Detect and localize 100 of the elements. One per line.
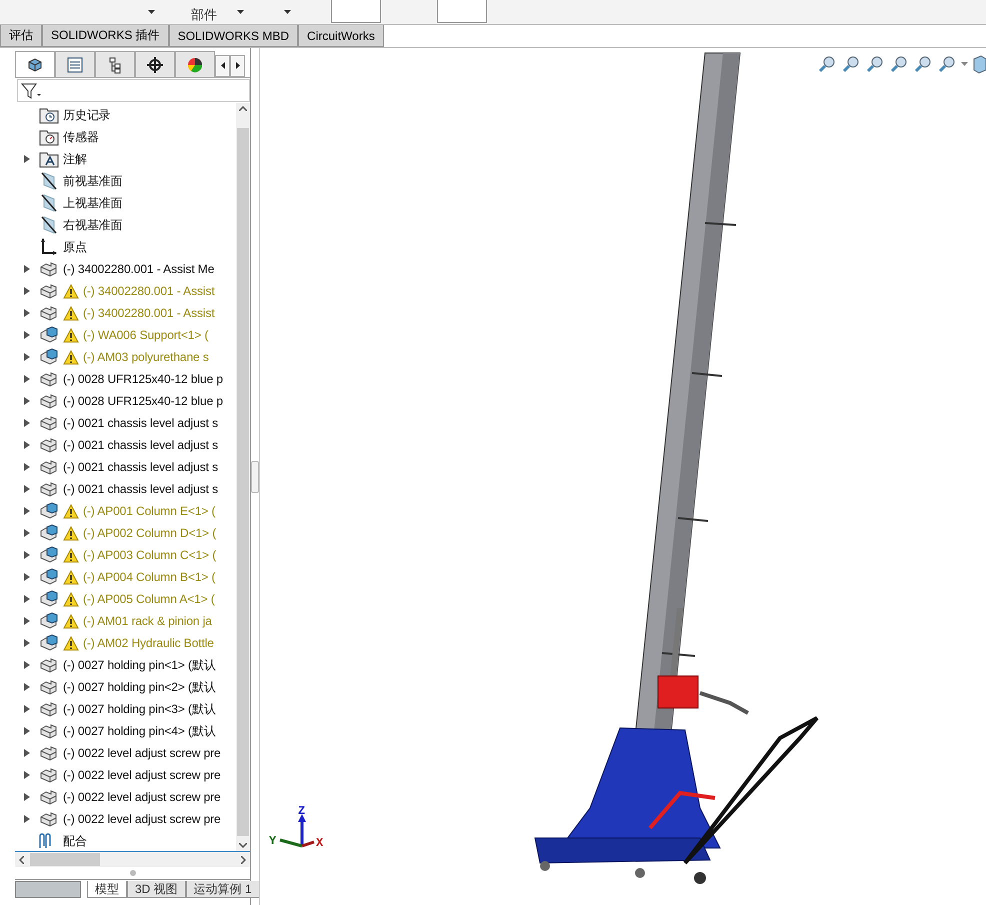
horizontal-scrollbar[interactable] [15,851,250,867]
view-tab[interactable]: 运动算例 1 [186,881,260,898]
expand-arrow-icon[interactable] [24,507,30,515]
tree-item-label[interactable]: (-) 34002280.001 - Assist Me [63,262,214,276]
expand-arrow-icon[interactable] [24,551,30,559]
tree-item-label[interactable]: (-) 0021 chassis level adjust s [63,438,218,452]
tree-item-label[interactable]: (-) 0027 holding pin<1> (默认 [63,656,216,674]
caret-icon[interactable] [148,10,155,14]
expand-arrow-icon[interactable] [24,749,30,757]
plane-icon [39,216,59,234]
view-tab[interactable]: 3D 视图 [127,881,186,898]
tree-item-label[interactable]: 传感器 [63,128,99,146]
expand-arrow-icon[interactable] [24,441,30,449]
panel-tab[interactable] [95,51,135,77]
expand-arrow-icon[interactable] [24,661,30,669]
tree-item-label[interactable]: (-) 0021 chassis level adjust s [63,460,218,474]
z-axis-label: Z [298,804,306,818]
filter-field[interactable] [17,79,250,102]
part-icon [39,392,59,410]
assembly-icon [39,348,59,366]
expand-arrow-icon[interactable] [24,375,30,383]
command-tab[interactable]: CircuitWorks [298,25,384,47]
expand-arrow-icon[interactable] [24,771,30,779]
warning-icon [63,328,79,342]
tree-item-label[interactable]: (-) 0027 holding pin<4> (默认 [63,722,216,740]
caret-icon[interactable] [237,10,244,14]
tree-item-label[interactable]: (-) 0022 level adjust screw pre [63,812,221,826]
scroll-down-icon[interactable] [239,843,247,848]
part-icon [39,766,59,784]
toolbar-button[interactable] [331,0,381,23]
tree-item-label[interactable]: (-) 0027 holding pin<2> (默认 [63,678,216,696]
part-icon [39,480,59,498]
expand-arrow-icon[interactable] [24,595,30,603]
view-tool-icon[interactable] [937,54,957,74]
part-icon [39,722,59,740]
expand-arrow-icon[interactable] [24,573,30,581]
tree-item-label[interactable]: 配合 [63,832,87,850]
expand-arrow-icon[interactable] [24,265,30,273]
annotation-folder-icon [39,150,59,168]
command-tab[interactable]: SOLIDWORKS 插件 [42,25,169,47]
expand-arrow-icon[interactable] [24,683,30,691]
tree-item-label[interactable]: (-) 0022 level adjust screw pre [63,746,221,760]
tree-item-label[interactable]: (-) 0028 UFR125x40-12 blue p [63,372,223,386]
tree-item-label[interactable]: 原点 [63,238,87,256]
view-tool-icon[interactable] [865,54,885,74]
expand-arrow-icon[interactable] [24,397,30,405]
toolbar-button-label[interactable]: 部件 [191,6,217,24]
tree-item-label[interactable]: 注解 [63,150,87,168]
view-tool-icon[interactable] [817,54,837,74]
vertical-scrollbar[interactable] [236,103,250,851]
scroll-left-icon[interactable] [19,856,24,864]
tree-item-label[interactable]: (-) 0022 level adjust screw pre [63,790,221,804]
toolbar-button[interactable] [437,0,487,23]
cube-icon[interactable] [972,54,986,74]
expand-arrow-icon[interactable] [24,639,30,647]
caret-icon[interactable] [284,10,291,14]
tree-item-label[interactable]: (-) 0022 level adjust screw pre [63,768,221,782]
tree-item-label[interactable]: (-) 0028 UFR125x40-12 blue p [63,394,223,408]
expand-arrow-icon[interactable] [24,155,30,163]
expand-arrow-icon[interactable] [24,529,30,537]
tree-item-label[interactable]: (-) 0027 holding pin<3> (默认 [63,700,216,718]
view-tool-icon[interactable] [889,54,909,74]
expand-arrow-icon[interactable] [24,617,30,625]
part-icon [39,744,59,762]
scroll-left-button[interactable] [215,55,230,77]
expand-arrow-icon[interactable] [24,485,30,493]
scroll-up-icon[interactable] [239,106,247,111]
tree-item-label[interactable]: 历史记录 [63,106,111,124]
expand-arrow-icon[interactable] [24,419,30,427]
view-tool-icon[interactable] [913,54,933,74]
expand-arrow-icon[interactable] [24,815,30,823]
tree-item-label[interactable]: 上视基准面 [63,194,123,212]
tree-item-label[interactable]: (-) 0021 chassis level adjust s [63,482,218,496]
tree-item-label[interactable]: 右视基准面 [63,216,123,234]
expand-arrow-icon[interactable] [24,463,30,471]
scroll-right-icon[interactable] [241,856,246,864]
expand-arrow-icon[interactable] [24,353,30,361]
expand-arrow-icon[interactable] [24,287,30,295]
panel-tab[interactable] [135,51,175,77]
panel-tab[interactable] [55,51,95,77]
expand-arrow-icon[interactable] [24,705,30,713]
splitter-handle[interactable] [251,460,259,492]
expand-arrow-icon[interactable] [24,309,30,317]
tree-item-label[interactable]: 前视基准面 [63,172,123,190]
view-tool-icon[interactable] [841,54,861,74]
x-axis-label: X [316,836,324,850]
left-arrow-icon [220,62,224,69]
command-tab[interactable]: 评估 [0,25,42,47]
expand-arrow-icon[interactable] [24,793,30,801]
resize-handle[interactable] [130,870,136,876]
tree-item-label[interactable]: (-) 0021 chassis level adjust s [63,416,218,430]
command-tab[interactable]: SOLIDWORKS MBD [168,25,298,47]
color-ball-icon [186,56,204,74]
scroll-right-button[interactable] [230,55,245,77]
expand-arrow-icon[interactable] [24,331,30,339]
part-icon [39,810,59,828]
view-tab[interactable]: 模型 [87,881,127,898]
expand-arrow-icon[interactable] [24,727,30,735]
panel-tab[interactable] [15,51,55,77]
panel-tab[interactable] [175,51,215,77]
